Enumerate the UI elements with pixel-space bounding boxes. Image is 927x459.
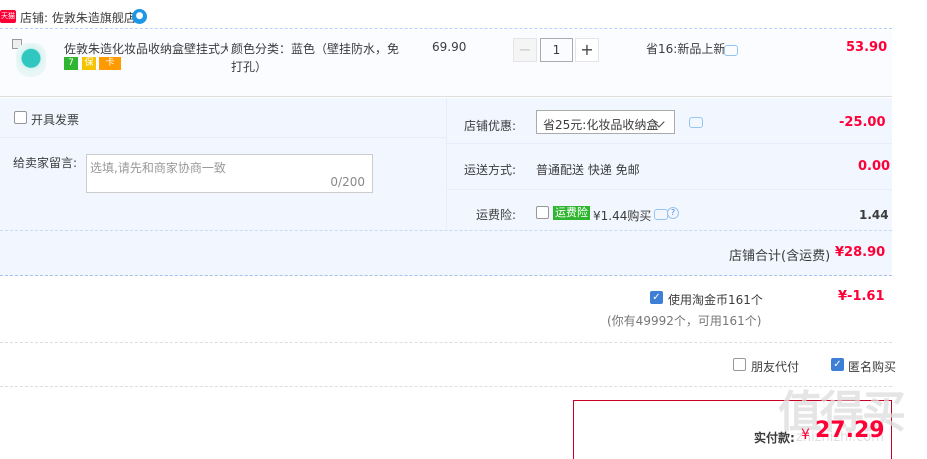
product-title-link[interactable]: 佐敦朱造化妆品收纳盒壁挂式大...: [64, 40, 228, 57]
insurance-label: 运费险:: [475, 208, 516, 222]
payment-label: 实付款:: [754, 431, 795, 445]
shop-total-value: ¥28.90: [835, 245, 886, 260]
order-item-row: 佐敦朱造化妆品收纳盒壁挂式大... 7 保 卡 颜色分类：蓝色（壁挂防水，免打孔…: [0, 30, 892, 97]
friend-pay-label: 朋友代付: [751, 360, 800, 374]
coupon-select[interactable]: 省25元:化妆品收纳盒: [536, 110, 675, 134]
quantity-increase-button[interactable]: +: [575, 38, 599, 62]
coins-note: (你有49992个，可用161个): [607, 314, 762, 328]
insurance-chat-icon[interactable]: [654, 209, 668, 220]
coins-discount: ¥-1.61: [838, 289, 885, 304]
use-coins-checkbox[interactable]: ✓: [650, 291, 663, 304]
coins-label: 使用淘金币161个: [668, 293, 763, 307]
coupon-label: 店铺优惠:: [463, 119, 516, 133]
memo-placeholder: 选填,请先和商家协商一致: [90, 161, 226, 175]
quantity-input[interactable]: 1: [540, 38, 573, 62]
tmall-badge: 天猫: [0, 10, 16, 23]
coupon-amount: -25.00: [839, 115, 886, 130]
promotion-info-icon[interactable]: [724, 45, 738, 56]
seller-memo-textarea[interactable]: 选填,请先和商家协商一致 0/200: [86, 154, 373, 193]
unit-price: 69.90: [432, 40, 467, 54]
invoice-row: 开具发票: [0, 98, 446, 138]
insurance-amount: 1.44: [859, 208, 889, 222]
quantity-stepper: − 1 +: [513, 38, 599, 63]
coupon-info-icon[interactable]: [689, 117, 703, 128]
wangwang-icon[interactable]: ●: [132, 9, 147, 24]
payment-currency: ¥: [801, 427, 810, 443]
insurance-price: ¥1.44购买: [593, 209, 652, 223]
payment-amount: 27.29: [815, 418, 885, 443]
shop-total-row: 店铺合计(含运费) ¥28.90: [0, 230, 892, 276]
shipping-method: 普通配送 快递 免邮: [536, 163, 640, 177]
insurance-badge: 运费险: [553, 206, 590, 220]
seven-day-return-icon[interactable]: 7: [64, 57, 78, 70]
help-icon[interactable]: ?: [667, 207, 679, 219]
anonymous-checkbox[interactable]: ✓: [831, 358, 844, 371]
guarantee-icon[interactable]: 保: [82, 57, 96, 70]
insurance-checkbox[interactable]: [536, 206, 549, 219]
product-sku: 颜色分类：蓝色（壁挂防水，免打孔）: [231, 42, 400, 74]
credit-card-icon[interactable]: 卡: [99, 57, 121, 70]
shop-total-label: 店铺合计(含运费): [729, 249, 831, 264]
memo-label: 给卖家留言:: [13, 156, 78, 170]
shop-header: 天猫 店铺: 佐敦朱造旗舰店 ●: [0, 0, 892, 29]
shipping-label: 运送方式:: [463, 163, 516, 177]
shop-name-link[interactable]: 店铺: 佐敦朱造旗舰店: [20, 9, 136, 26]
shipping-amount: 0.00: [858, 159, 891, 174]
memo-char-count: 0/200: [330, 175, 365, 189]
product-thumbnail[interactable]: [16, 43, 46, 77]
anonymous-label: 匿名购买: [848, 360, 897, 374]
quantity-decrease-button[interactable]: −: [513, 38, 537, 62]
promotion-text: 省16:新品上新: [646, 42, 726, 56]
invoice-checkbox[interactable]: [14, 111, 27, 124]
invoice-label: 开具发票: [31, 113, 80, 127]
options-left-column: 开具发票 给卖家留言: 选填,请先和商家协商一致 0/200: [0, 98, 447, 230]
divider: [0, 386, 892, 387]
divider: [0, 342, 892, 343]
item-subtotal: 53.90: [846, 40, 888, 55]
coupon-select-value: 省25元:化妆品收纳盒: [543, 118, 659, 132]
friend-pay-checkbox[interactable]: [733, 358, 746, 371]
